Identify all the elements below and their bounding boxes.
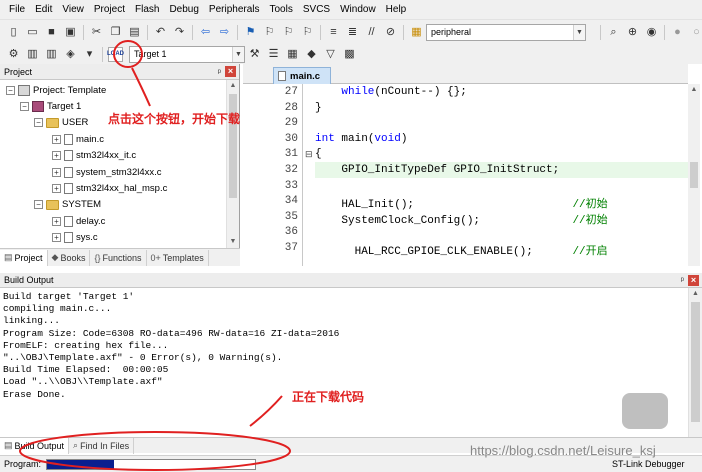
download-button-circle bbox=[113, 40, 143, 68]
downloading-annotation: 正在下载代码 bbox=[292, 390, 365, 404]
chat-bubble-icon bbox=[622, 393, 668, 429]
annotation-arrow bbox=[131, 67, 151, 107]
watermark: https://blog.csdn.net/Leisure_ksj bbox=[470, 443, 656, 458]
progress-circle bbox=[19, 431, 291, 471]
click-hint-annotation: 点击这个按钮，开始下载 bbox=[108, 112, 241, 126]
annotation-arrow bbox=[249, 395, 283, 427]
